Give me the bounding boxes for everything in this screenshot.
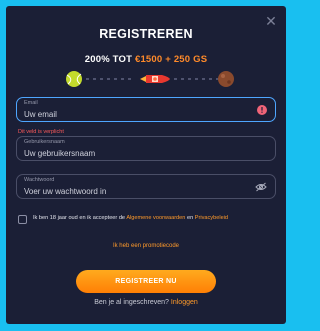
username-placeholder: Uw gebruikersnaam <box>24 149 96 158</box>
bonus-banner: 200% TOT €1500 + 250 GS <box>6 54 286 65</box>
login-prompt: Ben je al ingeschreven? Inloggen <box>6 299 286 306</box>
tennis-ball-icon <box>66 71 82 87</box>
email-placeholder: Uw email <box>24 110 57 119</box>
bonus-prefix: 200% TOT <box>84 54 133 65</box>
terms-text-before: Ik ben 18 jaar oud en ik accepteer de <box>33 215 126 221</box>
planet-icon <box>218 71 234 87</box>
eye-off-icon[interactable] <box>255 182 267 192</box>
email-label: Email <box>24 100 38 106</box>
register-button[interactable]: REGISTREER NU <box>76 270 216 293</box>
terms-text: Ik ben 18 jaar oud en ik accepteer de Al… <box>33 215 228 221</box>
alert-icon <box>257 105 267 115</box>
login-prompt-text: Ben je al ingeschreven? <box>94 299 169 306</box>
password-label: Wachtwoord <box>24 177 55 183</box>
email-field[interactable]: Email Uw email <box>16 97 276 122</box>
close-icon[interactable]: ✕ <box>264 14 278 28</box>
bonus-progress-graphic <box>66 71 234 87</box>
username-label: Gebruikersnaam <box>24 139 65 145</box>
modal-title: REGISTREREN <box>99 27 193 41</box>
bonus-amount: €1500 + 250 GS <box>134 54 208 65</box>
terms-checkbox[interactable] <box>18 215 27 224</box>
terms-text-between: en <box>186 215 194 221</box>
email-error-text: Dit veld is verplicht <box>18 129 64 135</box>
password-field[interactable]: Wachtwoord Voer uw wachtwoord in <box>16 174 276 199</box>
password-placeholder: Voer uw wachtwoord in <box>24 187 107 196</box>
username-field[interactable]: Gebruikersnaam Uw gebruikersnaam <box>16 136 276 161</box>
login-link[interactable]: Inloggen <box>171 299 198 306</box>
registration-modal: ✕ REGISTREREN 200% TOT €1500 + 250 GS Em… <box>6 6 286 324</box>
terms-link[interactable]: Algemene voorwaarden <box>126 215 185 221</box>
promo-code-link[interactable]: Ik heb een promotiecode <box>6 243 286 249</box>
rocket-icon <box>140 75 170 83</box>
privacy-link[interactable]: Privacybeleid <box>195 215 228 221</box>
